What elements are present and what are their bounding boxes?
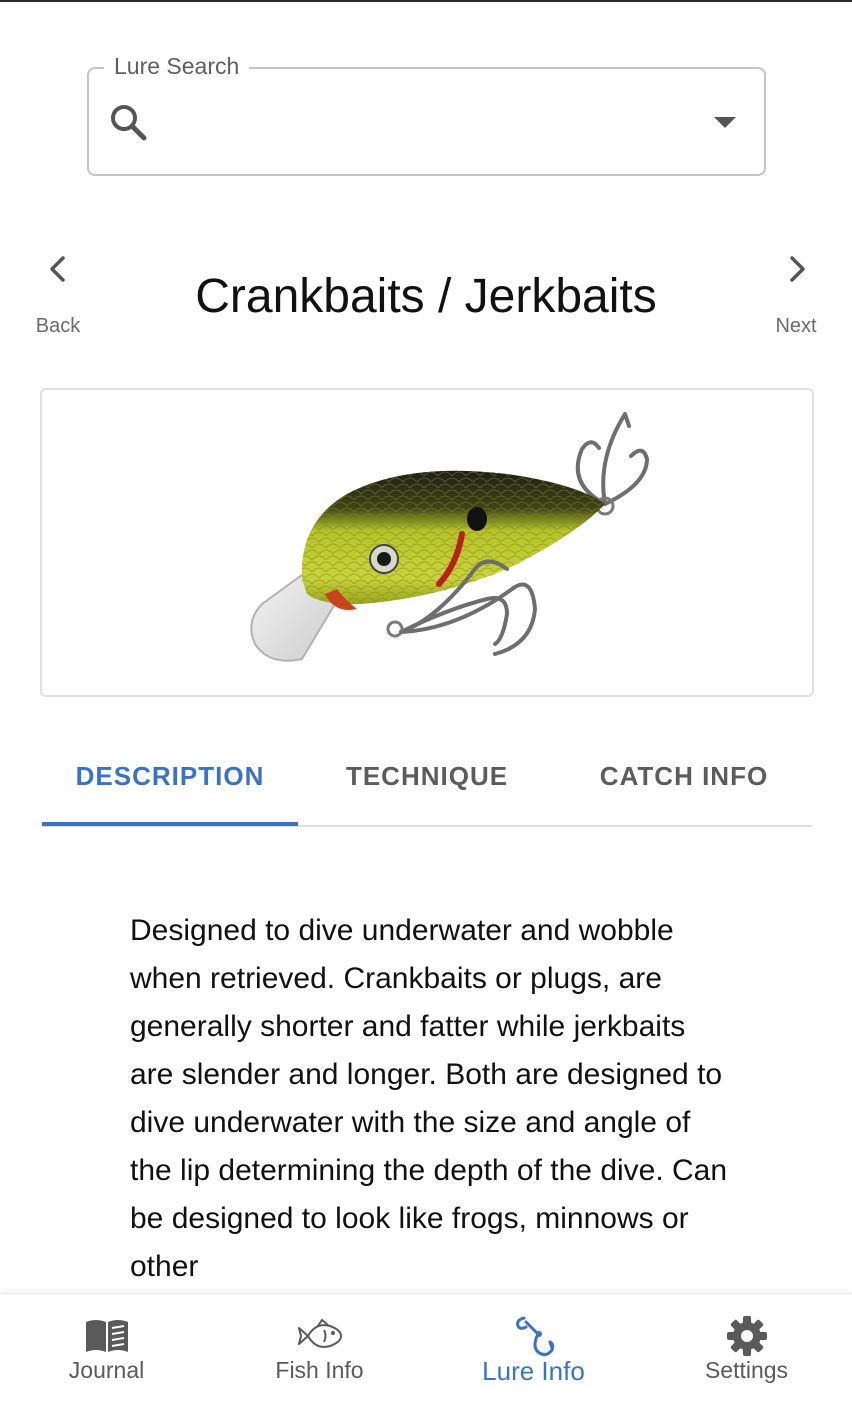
top-divider xyxy=(0,0,852,2)
nav-settings-label: Settings xyxy=(704,1357,789,1383)
page-title: Crankbaits / Jerkbaits xyxy=(195,270,657,323)
lure-search-label: Lure Search xyxy=(104,52,250,80)
nav-lure-info[interactable]: Lure Info xyxy=(427,1294,640,1402)
nav-lure-info-label: Lure Info xyxy=(482,1356,585,1386)
back-label: Back xyxy=(35,315,81,337)
tab-description[interactable]: DESCRIPTION xyxy=(42,735,298,825)
nav-settings[interactable]: Settings xyxy=(640,1294,852,1402)
chevron-right-icon xyxy=(790,256,805,282)
nav-fish-info-label: Fish Info xyxy=(275,1357,364,1383)
nav-fish-info[interactable]: Fish Info xyxy=(213,1294,426,1402)
chevron-down-icon[interactable] xyxy=(712,114,738,130)
fish-icon xyxy=(298,1318,343,1348)
lure-search-input[interactable] xyxy=(160,96,684,150)
search-icon xyxy=(111,105,147,141)
back-button[interactable]: Back xyxy=(18,248,98,344)
next-label: Next xyxy=(775,315,817,337)
chevron-left-icon xyxy=(50,256,65,282)
active-tab-indicator xyxy=(42,822,298,826)
book-icon xyxy=(86,1320,128,1352)
lure-description: Designed to dive underwater and wobble w… xyxy=(130,914,728,1283)
lure-image-card xyxy=(40,388,814,697)
nav-journal-label: Journal xyxy=(68,1357,145,1383)
crankbait-lure-image xyxy=(250,412,650,662)
gear-icon xyxy=(727,1316,767,1356)
next-button[interactable]: Next xyxy=(756,248,836,344)
tab-catch-info[interactable]: CATCH INFO xyxy=(556,735,812,825)
tab-technique[interactable]: TECHNIQUE xyxy=(299,735,555,825)
hook-icon xyxy=(516,1316,555,1357)
bottom-navigation: Journal Fish Info Lure Info Settings xyxy=(0,1293,852,1402)
lure-info-screen: Lure Search Back Crankbaits / Jerkbaits … xyxy=(0,0,852,1402)
lure-tabs: DESCRIPTION TECHNIQUE CATCH INFO xyxy=(42,735,812,827)
nav-journal[interactable]: Journal xyxy=(0,1294,213,1402)
